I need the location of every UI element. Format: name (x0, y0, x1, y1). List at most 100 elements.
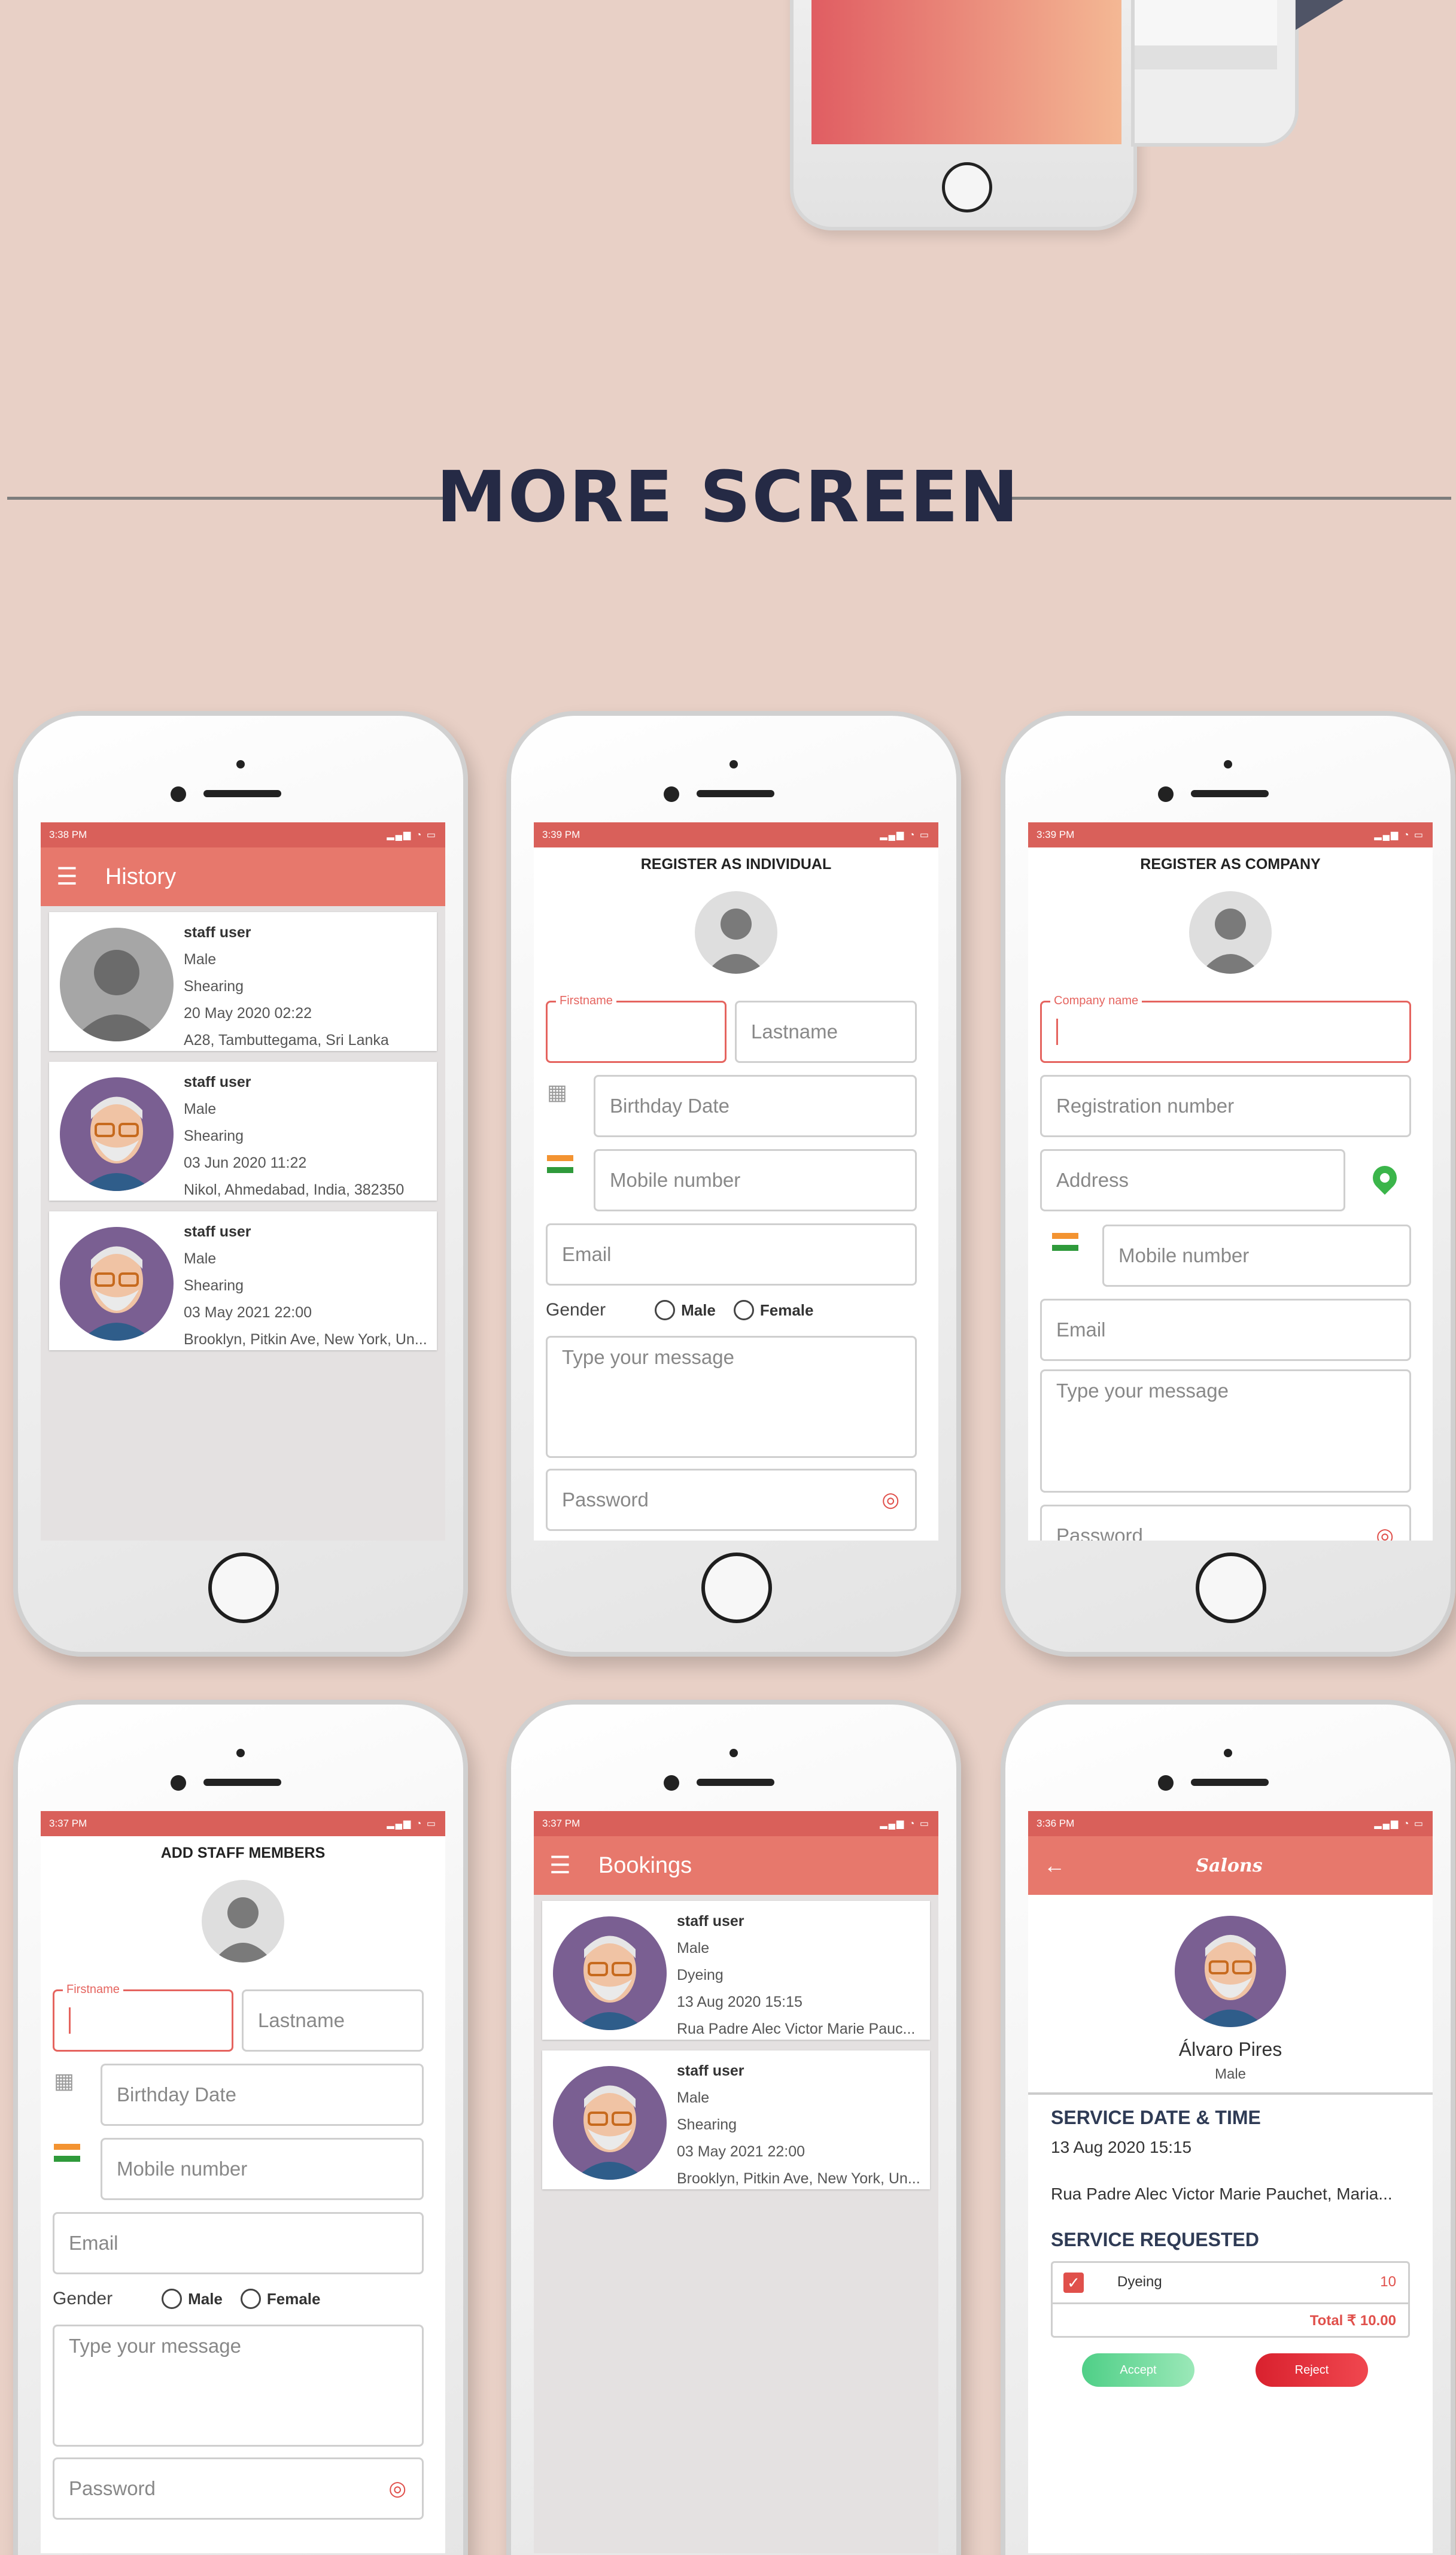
status-bar: 3:36 PM ▂▄▆ ◔ ▭ (1028, 1811, 1433, 1836)
registration-placeholder: Registration number (1056, 1095, 1235, 1117)
firstname-field[interactable]: Firstname (53, 1983, 233, 2052)
email-field[interactable]: Email (546, 1223, 917, 1286)
checkbox-checked-icon[interactable]: ✓ (1063, 2273, 1084, 2293)
female-radio[interactable]: Female (240, 2289, 321, 2309)
male-radio[interactable]: Male (162, 2289, 223, 2309)
page-title: Salons (1196, 1855, 1263, 1876)
female-radio[interactable]: Female (733, 1300, 814, 1320)
password-field[interactable]: Password ◎ (546, 1469, 917, 1531)
form-title: REGISTER AS INDIVIDUAL (640, 856, 832, 873)
list-item[interactable]: staff user Male Shearing 20 May 2020 02:… (49, 912, 437, 1051)
menu-icon[interactable]: ☰ (549, 1852, 571, 1879)
password-field[interactable]: Password ◎ (1040, 1505, 1411, 1541)
password-field[interactable]: Password ◎ (53, 2457, 424, 2520)
profile-avatar[interactable] (1189, 891, 1272, 974)
message-textarea[interactable]: Type your message (546, 1336, 917, 1458)
avatar (60, 1077, 174, 1191)
camera (1158, 786, 1174, 802)
phone-register-company: 3:39 PM ▂▄▆ ◔ ▭ REGISTER AS COMPANY Compa… (1001, 711, 1455, 1657)
firstname-field[interactable]: Firstname (546, 994, 727, 1063)
status-bar: 3:39 PM ▂▄▆ ◔ ▭ (1028, 822, 1433, 847)
accept-button[interactable]: Accept (1082, 2353, 1194, 2387)
camera (664, 1775, 679, 1791)
sensor-dot (1224, 1749, 1232, 1757)
signal-wifi-battery-icon: ▂▄▆ ◔ ▭ (880, 830, 930, 840)
item-address: Brooklyn, Pitkin Ave, New York, Un... (677, 2170, 920, 2187)
dark-phone-edge (1296, 0, 1343, 30)
status-time: 3:36 PM (1036, 1818, 1075, 1829)
lastname-field[interactable]: Lastname (242, 1989, 424, 2052)
address-placeholder: Address (1056, 1169, 1129, 1191)
add-staff-screen: 3:37 PM ▂▄▆ ◔ ▭ ADD STAFF MEMBERS Firstna… (41, 1811, 445, 2553)
mobile-field[interactable]: Mobile number (101, 2138, 424, 2200)
item-gender: Male (184, 1101, 217, 1117)
item-name: staff user (184, 1074, 251, 1090)
old-man-avatar-icon (81, 1246, 153, 1341)
eye-off-icon[interactable]: ◎ (1376, 1524, 1394, 1541)
male-radio[interactable]: Male (655, 1300, 716, 1320)
birthday-field[interactable]: Birthday Date (101, 2064, 424, 2126)
back-arrow-icon[interactable]: ← (1044, 1853, 1065, 1878)
sensor-dot (729, 760, 738, 768)
birthday-field[interactable]: Birthday Date (594, 1075, 917, 1137)
item-date: 20 May 2020 02:22 (184, 1005, 312, 1022)
service-date-heading: SERVICE DATE & TIME (1051, 2107, 1261, 2128)
person-gender: Male (1214, 2066, 1247, 2082)
profile-avatar[interactable] (695, 891, 777, 974)
item-address: Brooklyn, Pitkin Ave, New York, Un... (184, 1331, 427, 1348)
item-address: Nikol, Ahmedabad, India, 382350 (184, 1181, 405, 1198)
profile-avatar[interactable] (202, 1880, 284, 1962)
salon-detail-screen: 3:36 PM ▂▄▆ ◔ ▭ ← Salons Álvaro Pires Male… (1028, 1811, 1433, 2553)
status-bar: 3:39 PM ▂▄▆ ◔ ▭ (534, 822, 938, 847)
status-bar: 3:37 PM ▂▄▆ ◔ ▭ (41, 1811, 445, 1836)
india-flag-icon (54, 2144, 80, 2162)
home-button[interactable] (208, 1553, 279, 1623)
phone-salon-detail: 3:36 PM ▂▄▆ ◔ ▭ ← Salons Álvaro Pires Male… (1001, 1700, 1455, 2555)
status-time: 3:39 PM (542, 829, 580, 840)
gender-label: Gender (546, 1300, 606, 1320)
birthday-placeholder: Birthday Date (117, 2083, 236, 2106)
menu-icon[interactable]: ☰ (56, 863, 78, 891)
registration-field[interactable]: Registration number (1040, 1075, 1411, 1137)
speaker (697, 1779, 774, 1786)
message-placeholder: Type your message (562, 1346, 734, 1368)
status-time: 3:37 PM (542, 1818, 580, 1829)
avatar-placeholder (60, 928, 174, 1041)
message-textarea[interactable]: Type your message (53, 2325, 424, 2447)
divider (1028, 2092, 1433, 2095)
password-placeholder: Password (69, 2477, 156, 2499)
email-field[interactable]: Email (53, 2212, 424, 2274)
app-bar: ← Salons (1028, 1836, 1433, 1895)
location-pin-icon[interactable] (1367, 1160, 1402, 1195)
list-item[interactable]: staff user Male Shearing 03 Jun 2020 11:… (49, 1062, 437, 1201)
home-button[interactable] (701, 1553, 772, 1623)
home-button[interactable] (1196, 1553, 1266, 1623)
company-name-field[interactable]: Company name (1040, 994, 1411, 1063)
text-cursor (1056, 1019, 1058, 1045)
sensor-dot (729, 1749, 738, 1757)
signal-wifi-battery-icon: ▂▄▆ ◔ ▭ (1374, 830, 1424, 840)
lastname-field[interactable]: Lastname (735, 1001, 917, 1063)
item-date: 13 Aug 2020 15:15 (677, 1994, 803, 2010)
gender-row: Gender Male Female (546, 1300, 814, 1320)
email-field[interactable]: Email (1040, 1299, 1411, 1361)
india-flag-icon (1052, 1233, 1078, 1251)
speaker (697, 790, 774, 797)
mobile-field[interactable]: Mobile number (1102, 1225, 1411, 1287)
phone-register-individual: 3:39 PM ▂▄▆ ◔ ▭ REGISTER AS INDIVIDUAL Fi… (506, 711, 961, 1657)
mobile-field[interactable]: Mobile number (594, 1149, 917, 1211)
person-icon (212, 1897, 273, 1962)
list-item[interactable]: staff user Male Dyeing 13 Aug 2020 15:15… (542, 1901, 930, 2040)
calendar-icon: ▦ (54, 2068, 75, 2093)
person-name: Álvaro Pires (1178, 2038, 1282, 2060)
list-item[interactable]: staff user Male Shearing 03 May 2021 22:… (49, 1211, 437, 1350)
address-field[interactable]: Address (1040, 1149, 1345, 1211)
signal-wifi-battery-icon: ▂▄▆ ◔ ▭ (387, 1819, 437, 1829)
password-placeholder: Password (1056, 1524, 1143, 1541)
message-textarea[interactable]: Type your message (1040, 1369, 1411, 1493)
reject-button[interactable]: Reject (1256, 2353, 1368, 2387)
list-item[interactable]: staff user Male Shearing 03 May 2021 22:… (542, 2050, 930, 2189)
camera (664, 786, 679, 802)
eye-off-icon[interactable]: ◎ (388, 2477, 406, 2501)
eye-off-icon[interactable]: ◎ (881, 1488, 899, 1512)
